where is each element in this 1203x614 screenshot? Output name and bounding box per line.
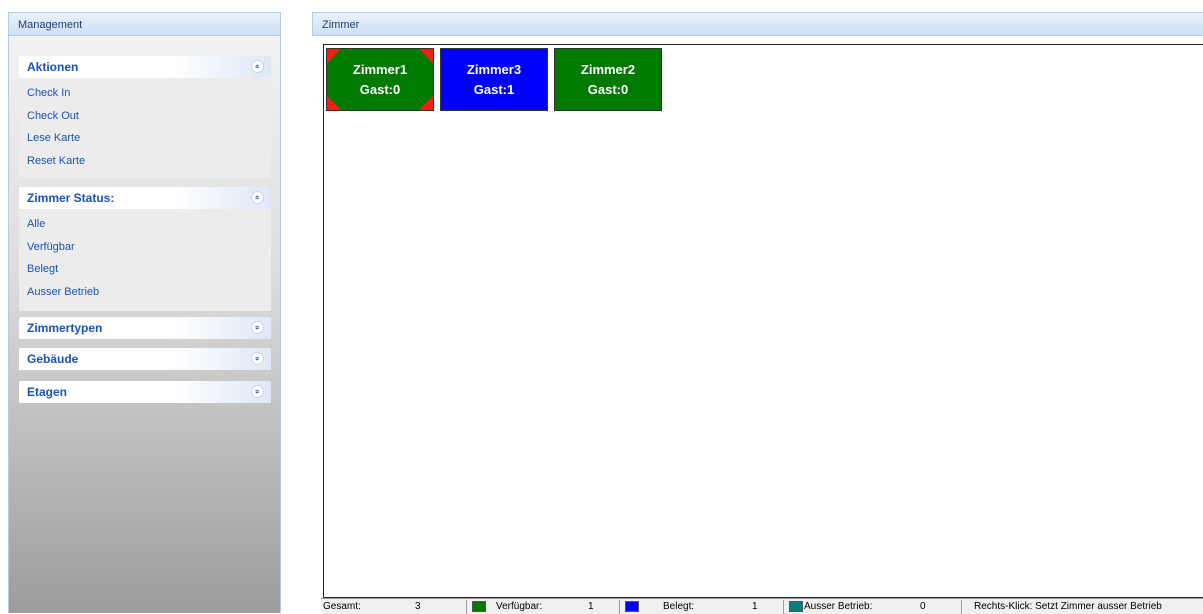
occupied-label: Belegt: bbox=[663, 601, 695, 612]
action-check-out[interactable]: Check Out bbox=[19, 105, 271, 128]
corner-marker bbox=[327, 49, 341, 63]
expand-icon[interactable]: » bbox=[251, 321, 264, 334]
corner-marker bbox=[419, 49, 433, 63]
group-etagen: Etagen » bbox=[19, 381, 271, 403]
total-value: 3 bbox=[415, 601, 421, 612]
collapse-icon[interactable]: « bbox=[251, 191, 264, 204]
room-tile[interactable]: Zimmer3 Gast:1 bbox=[440, 48, 548, 111]
action-lese-karte[interactable]: Lese Karte bbox=[19, 127, 271, 150]
room-name: Zimmer1 bbox=[352, 61, 408, 77]
group-title-aktionen: Aktionen bbox=[27, 60, 79, 74]
filter-alle[interactable]: Alle bbox=[19, 213, 271, 236]
divider bbox=[466, 600, 467, 614]
room-tile[interactable]: Zimmer2 Gast:0 bbox=[554, 48, 662, 111]
group-gebaeude: Gebäude » bbox=[19, 348, 271, 370]
corner-marker bbox=[419, 96, 433, 110]
group-zimmertypen: Zimmertypen » bbox=[19, 317, 271, 339]
management-title: Management bbox=[18, 19, 83, 31]
room-guests: Gast:0 bbox=[359, 81, 401, 97]
group-header-gebaeude[interactable]: Gebäude » bbox=[19, 348, 271, 370]
group-aktionen: Aktionen « Check In Check Out Lese Karte… bbox=[19, 56, 271, 178]
zimmer-title: Zimmer bbox=[322, 19, 360, 31]
outofservice-label: Ausser Betrieb: bbox=[804, 601, 873, 612]
group-title-etagen: Etagen bbox=[27, 385, 68, 399]
status-hint: Rechts-Klick: Setzt Zimmer ausser Betrie… bbox=[974, 601, 1162, 612]
room-guests: Gast:0 bbox=[587, 81, 629, 97]
group-title-zimmer-status: Zimmer Status: bbox=[27, 191, 115, 205]
action-reset-karte[interactable]: Reset Karte bbox=[19, 150, 271, 173]
room-name: Zimmer3 bbox=[466, 61, 522, 77]
status-bar: Gesamt: 3 Verfügbar: 1 Belegt: 1 Ausser … bbox=[321, 598, 1203, 614]
expand-icon[interactable]: » bbox=[251, 385, 264, 398]
group-header-aktionen[interactable]: Aktionen « bbox=[19, 56, 271, 78]
management-panel-header: Management bbox=[8, 12, 281, 36]
group-header-zimmer-status[interactable]: Zimmer Status: « bbox=[19, 187, 271, 209]
action-check-in[interactable]: Check In bbox=[19, 82, 271, 105]
room-grid: Zimmer1 Gast:0 Zimmer3 Gast:1 Zimmer2 Ga… bbox=[323, 44, 1203, 598]
group-title-zimmertypen: Zimmertypen bbox=[27, 321, 103, 335]
room-tile[interactable]: Zimmer1 Gast:0 bbox=[326, 48, 434, 111]
group-title-gebaeude: Gebäude bbox=[27, 352, 79, 366]
occupied-value: 1 bbox=[752, 601, 758, 612]
collapse-icon[interactable]: « bbox=[251, 60, 264, 73]
total-label: Gesamt: bbox=[323, 601, 361, 612]
group-header-zimmertypen[interactable]: Zimmertypen » bbox=[19, 317, 271, 339]
available-swatch bbox=[472, 601, 486, 612]
filter-ausser-betrieb[interactable]: Ausser Betrieb bbox=[19, 281, 271, 304]
filter-belegt[interactable]: Belegt bbox=[19, 258, 271, 281]
group-zimmer-status: Zimmer Status: « Alle Verfügbar Belegt A… bbox=[19, 187, 271, 311]
outofservice-value: 0 bbox=[920, 601, 926, 612]
outofservice-swatch bbox=[789, 601, 803, 612]
occupied-swatch bbox=[625, 601, 639, 612]
divider bbox=[783, 600, 784, 614]
divider bbox=[961, 600, 962, 614]
room-guests: Gast:1 bbox=[473, 81, 515, 97]
divider bbox=[619, 600, 620, 614]
room-name: Zimmer2 bbox=[580, 61, 636, 77]
available-value: 1 bbox=[588, 601, 594, 612]
expand-icon[interactable]: » bbox=[251, 352, 264, 365]
available-label: Verfügbar: bbox=[496, 601, 543, 612]
group-header-etagen[interactable]: Etagen » bbox=[19, 381, 271, 403]
corner-marker bbox=[327, 96, 341, 110]
zimmer-panel-header: Zimmer bbox=[312, 12, 1203, 36]
filter-verfuegbar[interactable]: Verfügbar bbox=[19, 236, 271, 259]
